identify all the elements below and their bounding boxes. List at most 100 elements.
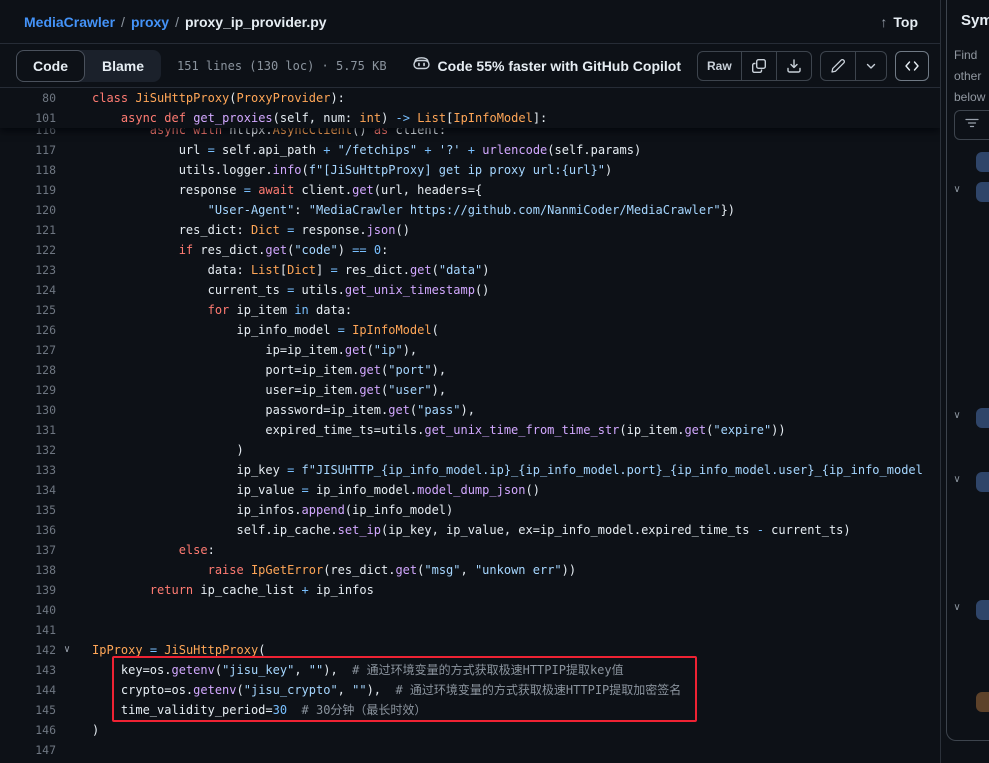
code-line: 127 ip=ip_item.get("ip"), [0, 340, 940, 360]
code-text: res_dict: Dict = response.json() [92, 220, 410, 240]
edit-actions-group [820, 51, 887, 81]
breadcrumb: MediaCrawler / proxy / proxy_ip_provider… [24, 14, 327, 30]
code-line: 143 key=os.getenv("jisu_key", ""), # 通过环… [0, 660, 940, 680]
top-button-label: Top [893, 14, 918, 30]
code-symbols-icon[interactable] [895, 51, 929, 81]
line-number[interactable]: 123 [0, 260, 56, 280]
tab-code[interactable]: Code [16, 50, 85, 82]
symbol-expand-chevron-icon[interactable]: ∨ [950, 184, 964, 195]
code-text: ip_key = f"JISUHTTP_{ip_info_model.ip}_{… [92, 460, 923, 480]
breadcrumb-separator: / [121, 14, 125, 30]
line-number[interactable]: 136 [0, 520, 56, 540]
line-number[interactable]: 128 [0, 360, 56, 380]
code-text: class JiSuHttpProxy(ProxyProvider): [92, 88, 345, 108]
line-number[interactable]: 146 [0, 720, 56, 740]
symbol-expand-chevron-icon[interactable]: ∨ [950, 602, 964, 613]
line-number[interactable]: 147 [0, 740, 56, 760]
symbol-pill[interactable] [976, 408, 989, 428]
file-toolbar: Code Blame 151 lines (130 loc) · 5.75 KB… [0, 44, 940, 88]
code-line: 119 response = await client.get(url, hea… [0, 180, 940, 200]
code-text: time_validity_period=30 # 30分钟（最长时效） [92, 700, 426, 720]
line-number[interactable]: 138 [0, 560, 56, 580]
symbols-filter-input[interactable] [954, 110, 989, 140]
code-text: "User-Agent": "MediaCrawler https://gith… [92, 200, 735, 220]
line-number[interactable]: 140 [0, 600, 56, 620]
line-number[interactable]: 131 [0, 420, 56, 440]
line-number[interactable]: 135 [0, 500, 56, 520]
line-number[interactable]: 80 [0, 88, 56, 108]
line-number[interactable]: 139 [0, 580, 56, 600]
code-text: data: List[Dict] = res_dict.get("data") [92, 260, 489, 280]
line-number[interactable]: 129 [0, 380, 56, 400]
line-number[interactable]: 118 [0, 160, 56, 180]
line-number[interactable]: 132 [0, 440, 56, 460]
line-number[interactable]: 101 [0, 108, 56, 128]
line-number[interactable]: 145 [0, 700, 56, 720]
code-line: 117 url = self.api_path + "/fetchips" + … [0, 140, 940, 160]
line-number[interactable]: 126 [0, 320, 56, 340]
breadcrumb-separator: / [175, 14, 179, 30]
file-header: MediaCrawler / proxy / proxy_ip_provider… [0, 0, 940, 44]
symbols-panel-heading: Sym [961, 12, 989, 29]
line-number[interactable]: 120 [0, 200, 56, 220]
code-text: port=ip_item.get("port"), [92, 360, 446, 380]
line-number[interactable]: 141 [0, 620, 56, 640]
symbol-pill[interactable] [976, 692, 989, 712]
scroll-to-top-button[interactable]: ↑ Top [874, 10, 924, 34]
download-icon[interactable] [776, 52, 811, 80]
fold-chevron-icon[interactable]: ∨ [56, 640, 78, 660]
copy-icon[interactable] [741, 52, 776, 80]
line-number[interactable]: 130 [0, 400, 56, 420]
breadcrumb-repo-link[interactable]: MediaCrawler [24, 14, 115, 30]
line-number[interactable]: 127 [0, 340, 56, 360]
symbol-pill[interactable] [976, 600, 989, 620]
code-line: 145 time_validity_period=30 # 30分钟（最长时效） [0, 700, 940, 720]
raw-button[interactable]: Raw [698, 52, 741, 80]
chevron-down-icon[interactable] [855, 52, 886, 80]
line-number[interactable]: 142 [0, 640, 56, 660]
symbol-pill[interactable] [976, 152, 989, 172]
symbol-expand-chevron-icon[interactable]: ∨ [950, 474, 964, 485]
code-line: 133 ip_key = f"JISUHTTP_{ip_info_model.i… [0, 460, 940, 480]
line-number[interactable]: 134 [0, 480, 56, 500]
line-number[interactable]: 119 [0, 180, 56, 200]
copilot-banner[interactable]: Code 55% faster with GitHub Copilot [413, 56, 681, 75]
code-line: 138 raise IpGetError(res_dict.get("msg",… [0, 560, 940, 580]
code-line: 129 user=ip_item.get("user"), [0, 380, 940, 400]
code-line: 126 ip_info_model = IpInfoModel( [0, 320, 940, 340]
line-number[interactable]: 124 [0, 280, 56, 300]
line-number[interactable]: 121 [0, 220, 56, 240]
symbols-description-line: other [954, 69, 981, 83]
breadcrumb-folder-link[interactable]: proxy [131, 14, 169, 30]
line-number[interactable]: 125 [0, 300, 56, 320]
code-text: ip_info_model = IpInfoModel( [92, 320, 439, 340]
line-number[interactable]: 143 [0, 660, 56, 680]
line-number[interactable]: 117 [0, 140, 56, 160]
code-text: user=ip_item.get("user"), [92, 380, 446, 400]
code-line: 146) [0, 720, 940, 740]
symbol-pill[interactable] [976, 182, 989, 202]
copilot-icon [413, 56, 430, 75]
tab-blame[interactable]: Blame [85, 50, 161, 82]
code-line: 80 class JiSuHttpProxy(ProxyProvider): [0, 88, 940, 108]
code-line: 139 return ip_cache_list + ip_infos [0, 580, 940, 600]
code-line: 125 for ip_item in data: [0, 300, 940, 320]
line-number[interactable]: 133 [0, 460, 56, 480]
code-line: 130 password=ip_item.get("pass"), [0, 400, 940, 420]
code-lines: 116 async with httpx.AsyncClient() as cl… [0, 120, 940, 760]
pencil-icon[interactable] [821, 52, 855, 80]
symbol-expand-chevron-icon[interactable]: ∨ [950, 410, 964, 421]
symbol-pill[interactable] [976, 472, 989, 492]
code-line: 142∨IpProxy = JiSuHttpProxy( [0, 640, 940, 660]
code-line: 120 "User-Agent": "MediaCrawler https://… [0, 200, 940, 220]
code-line: 144 crypto=os.getenv("jisu_crypto", ""),… [0, 680, 940, 700]
toolbar-actions: Raw [697, 51, 929, 81]
code-text: key=os.getenv("jisu_key", ""), # 通过环境变量的… [92, 660, 624, 680]
code-area: 116 async with httpx.AsyncClient() as cl… [0, 88, 940, 762]
code-text: crypto=os.getenv("jisu_crypto", ""), # 通… [92, 680, 681, 700]
line-number[interactable]: 144 [0, 680, 56, 700]
symbols-description-line: below [954, 90, 985, 104]
line-number[interactable]: 122 [0, 240, 56, 260]
code-text: utils.logger.info(f"[JiSuHttpProxy] get … [92, 160, 612, 180]
line-number[interactable]: 137 [0, 540, 56, 560]
